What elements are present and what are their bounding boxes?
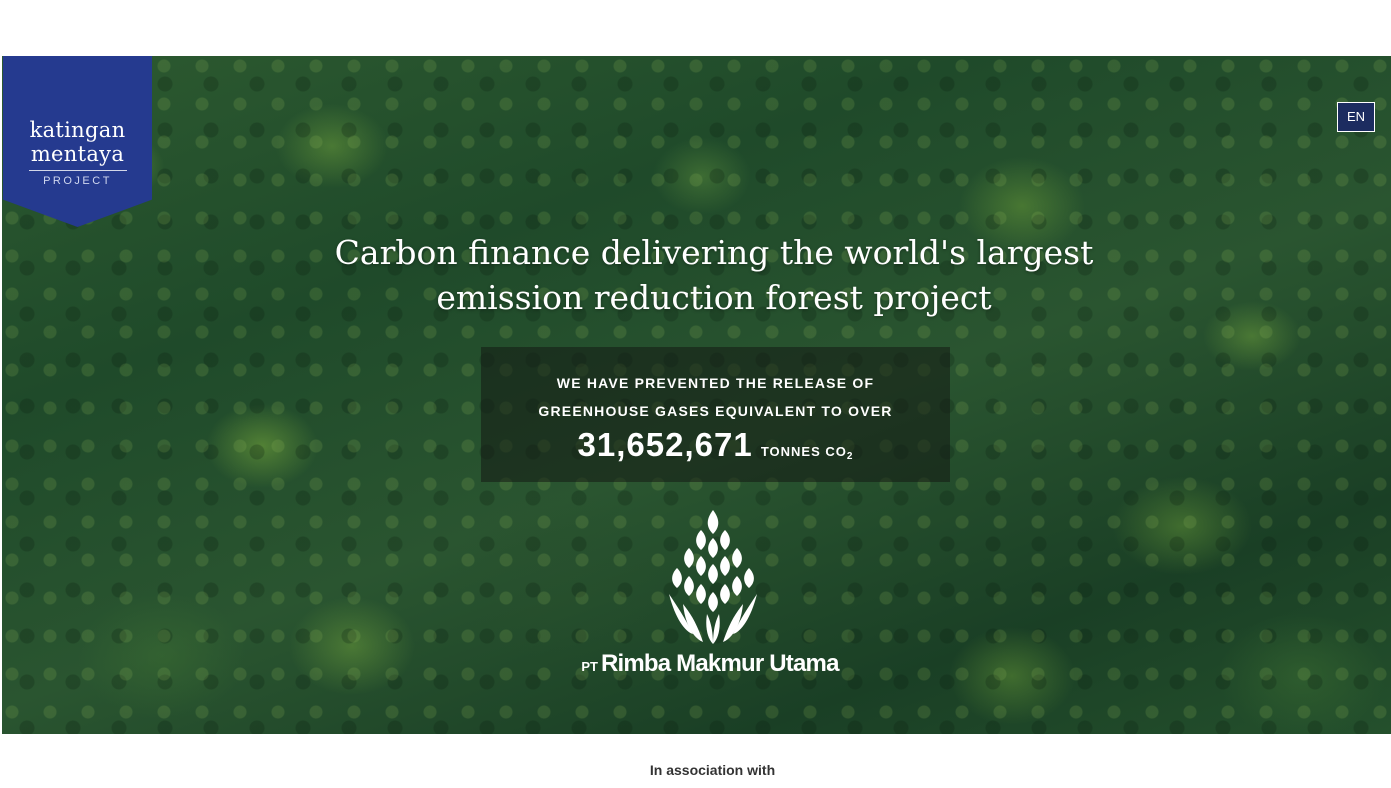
logo-text-katingan: katingan xyxy=(29,118,126,142)
emissions-unit-subscript: 2 xyxy=(846,451,854,462)
stats-caption-line-2: GREENHOUSE GASES EQUIVALENT TO OVER xyxy=(538,403,893,419)
leaf-flame-emblem-icon xyxy=(669,510,757,644)
emissions-stats-panel: WE HAVE PREVENTED THE RELEASE OF GREENHO… xyxy=(481,347,950,482)
hero-headline: Carbon finance delivering the world's la… xyxy=(300,230,1128,320)
association-heading: In association with xyxy=(649,762,776,778)
company-prefix: PT xyxy=(581,659,598,674)
emissions-counter: 31,652,671 xyxy=(577,426,753,463)
logo-divider xyxy=(28,170,127,171)
stats-value-row: 31,652,671 TONNES CO2 xyxy=(481,425,950,477)
emissions-unit-text: TONNES CO xyxy=(760,444,847,459)
emissions-unit: TONNES CO2 xyxy=(760,444,854,462)
company-name: Rimba Makmur Utama xyxy=(600,650,839,677)
site-logo[interactable]: katingan mentaya PROJECT xyxy=(3,56,152,227)
company-wordmark: PT Rimba Makmur Utama xyxy=(560,650,860,678)
logo-text-project: PROJECT xyxy=(43,175,112,187)
language-switcher-button[interactable]: EN xyxy=(1337,102,1375,132)
stats-caption-line-1: WE HAVE PREVENTED THE RELEASE OF xyxy=(556,375,875,391)
logo-text-mentaya: mentaya xyxy=(30,142,125,166)
hero-headline-line-1: Carbon finance delivering the world's la… xyxy=(334,233,1094,272)
hero-headline-line-2: emission reduction forest project xyxy=(436,278,992,317)
